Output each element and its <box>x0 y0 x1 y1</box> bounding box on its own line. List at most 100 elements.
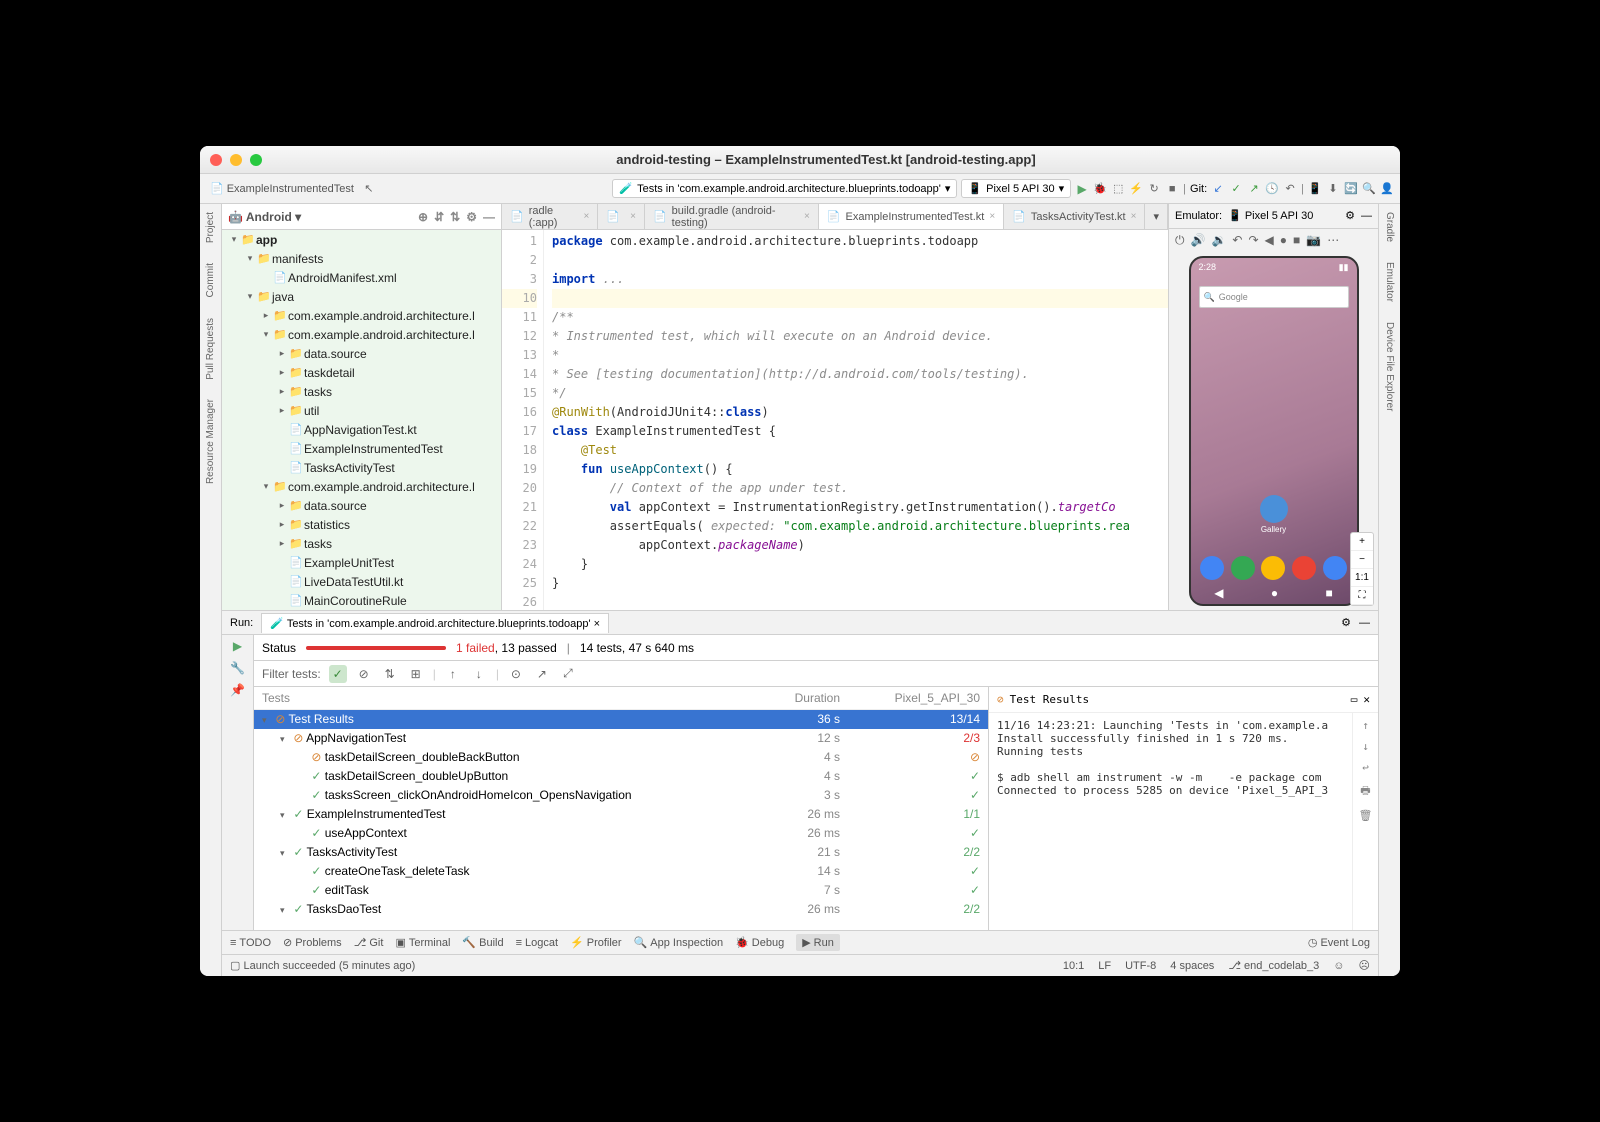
close-icon[interactable]: ✕ <box>1363 693 1370 706</box>
editor-tab[interactable]: 📄radle (:app)× <box>502 204 598 229</box>
locate-icon[interactable]: ⊕ <box>418 210 428 224</box>
tree-row[interactable]: ▸📁statistics <box>222 515 501 534</box>
git-revert-icon[interactable]: ↶ <box>1283 182 1297 196</box>
stop-icon[interactable]: ■ <box>1165 182 1179 196</box>
tool-problems[interactable]: ⊘ Problems <box>283 936 342 949</box>
editor-tab[interactable]: 📄ExampleInstrumentedTest.kt× <box>819 204 1004 229</box>
tool-run[interactable]: ▶ Run <box>796 934 840 951</box>
avatar-icon[interactable]: 👤 <box>1380 182 1394 196</box>
charset[interactable]: UTF-8 <box>1125 960 1156 972</box>
tree-row[interactable]: ▾📁app <box>222 230 501 249</box>
test-row[interactable]: ✓ taskDetailScreen_doubleUpButton4 s✓ <box>254 767 988 786</box>
pin-icon[interactable]: 📌 <box>230 683 245 697</box>
tree-row[interactable]: ▸📁tasks <box>222 382 501 401</box>
smile-icon[interactable]: ☺ <box>1333 960 1344 972</box>
power-icon[interactable]: ⏻ <box>1175 233 1185 248</box>
git-push-icon[interactable]: ↗ <box>1247 182 1261 196</box>
collapse-icon[interactable]: ⇅ <box>450 210 460 224</box>
filter-passed-icon[interactable]: ✓ <box>329 665 347 683</box>
frown-icon[interactable]: ☹ <box>1359 959 1370 972</box>
home-icon[interactable]: ● <box>1280 233 1287 247</box>
expand-all-icon[interactable]: ⊞ <box>407 665 425 683</box>
print-icon[interactable]: 🖶 <box>1360 782 1370 801</box>
tree-row[interactable]: ▸📁com.example.android.architecture.l <box>222 306 501 325</box>
tree-row[interactable]: 📄ExampleUnitTest <box>222 553 501 572</box>
tool-emulator[interactable]: Emulator <box>1384 258 1395 306</box>
hide-icon[interactable]: — <box>1361 210 1372 222</box>
open-icon[interactable]: ⤢ <box>559 665 577 683</box>
tool-app-inspection[interactable]: 🔍 App Inspection <box>634 936 723 949</box>
tree-row[interactable]: ▸📁data.source <box>222 344 501 363</box>
tool-build[interactable]: 🔨 Build <box>462 936 503 949</box>
tree-row[interactable]: ▸📁util <box>222 401 501 420</box>
project-tree[interactable]: ▾📁app▾📁manifests📄AndroidManifest.xml▾📁ja… <box>222 230 501 610</box>
sort-icon[interactable]: ⇅ <box>381 665 399 683</box>
tool-resource-manager[interactable]: Resource Manager <box>205 395 216 488</box>
git-update-icon[interactable]: ↙ <box>1211 182 1225 196</box>
gear-icon[interactable]: ⚙ <box>1341 616 1351 629</box>
tree-row[interactable]: 📄AndroidManifest.xml <box>222 268 501 287</box>
import-icon[interactable]: ⊙ <box>507 665 525 683</box>
gear-icon[interactable]: ⚙ <box>1345 209 1355 222</box>
test-row[interactable]: ▾ ⊘ AppNavigationTest12 s2/3 <box>254 729 988 748</box>
test-row[interactable]: ▾ ✓ TasksActivityTest21 s2/2 <box>254 843 988 862</box>
run-config-tab[interactable]: 🧪 Tests in 'com.example.android.architec… <box>261 613 609 633</box>
git-commit-icon[interactable]: ✓ <box>1229 182 1243 196</box>
tree-row[interactable]: 📄MainCoroutineRule <box>222 591 501 610</box>
coverage-icon[interactable]: ⬚ <box>1111 182 1125 196</box>
test-row[interactable]: ▾ ⊘ Test Results36 s13/14 <box>254 710 988 729</box>
tree-row[interactable]: 📄TasksActivityTest <box>222 458 501 477</box>
run-config-dropdown[interactable]: 🧪 Tests in 'com.example.android.architec… <box>612 179 957 198</box>
layout-icon[interactable]: ▭ <box>1351 693 1358 706</box>
close-icon[interactable] <box>210 154 222 166</box>
cursor-pos[interactable]: 10:1 <box>1063 960 1084 972</box>
test-row[interactable]: ▾ ✓ TasksDaoTest26 ms2/2 <box>254 900 988 919</box>
rotate-right-icon[interactable]: ↷ <box>1248 233 1258 247</box>
editor-tab[interactable]: 📄build.gradle (android-testing)× <box>645 204 819 229</box>
breadcrumb[interactable]: 📄 ExampleInstrumentedTest <box>206 180 358 197</box>
test-row[interactable]: ⊘ taskDetailScreen_doubleBackButton4 s⊘ <box>254 748 988 767</box>
tool-device-file-explorer[interactable]: Device File Explorer <box>1384 318 1395 415</box>
line-ending[interactable]: LF <box>1098 960 1111 972</box>
tool-git[interactable]: ⎇ Git <box>354 936 384 949</box>
device-dropdown[interactable]: 📱 Pixel 5 API 30 ▾ <box>961 179 1071 198</box>
attach-icon[interactable]: ↻ <box>1147 182 1161 196</box>
project-view-selector[interactable]: 🤖 Android ▾ <box>228 210 301 224</box>
indent[interactable]: 4 spaces <box>1170 960 1214 972</box>
wrap-icon[interactable]: ↩ <box>1362 761 1369 774</box>
tool-logcat[interactable]: ≡ Logcat <box>516 937 558 949</box>
tree-row[interactable]: ▾📁manifests <box>222 249 501 268</box>
git-branch[interactable]: ⎇ end_codelab_3 <box>1228 959 1319 972</box>
expand-icon[interactable]: ⇵ <box>434 210 444 224</box>
tree-row[interactable]: ▸📁tasks <box>222 534 501 553</box>
sync-icon[interactable]: 🔄 <box>1344 182 1358 196</box>
tabs-more-icon[interactable]: ▾ <box>1145 204 1168 229</box>
tree-row[interactable]: ▸📁data.source <box>222 496 501 515</box>
tree-row[interactable]: 📄LiveDataTestUtil.kt <box>222 572 501 591</box>
down-icon[interactable]: ↓ <box>1362 740 1369 753</box>
next-fail-icon[interactable]: ↓ <box>470 665 488 683</box>
test-row[interactable]: ✓ tasksScreen_clickOnAndroidHomeIcon_Ope… <box>254 786 988 805</box>
debug-icon[interactable]: 🐞 <box>1093 182 1107 196</box>
screenshot-icon[interactable]: 📷 <box>1306 233 1321 247</box>
editor-tab[interactable]: 📄× <box>598 204 645 229</box>
tree-row[interactable]: ▸📁taskdetail <box>222 363 501 382</box>
tool-debug[interactable]: 🐞 Debug <box>735 936 784 949</box>
test-row[interactable]: ▾ ✓ ExampleInstrumentedTest26 ms1/1 <box>254 805 988 824</box>
filter-ignored-icon[interactable]: ⊘ <box>355 665 373 683</box>
tool-terminal[interactable]: ▣ Terminal <box>395 936 450 949</box>
emulator-device-dropdown[interactable]: 📱 Pixel 5 API 30 <box>1228 209 1339 222</box>
up-icon[interactable]: ↑ <box>1362 719 1369 732</box>
hide-icon[interactable]: — <box>1359 617 1370 629</box>
tool-event-log[interactable]: ◷ Event Log <box>1308 936 1370 949</box>
maximize-icon[interactable] <box>250 154 262 166</box>
tree-row[interactable]: 📄ExampleInstrumentedTest <box>222 439 501 458</box>
vol-down-icon[interactable]: 🔉 <box>1211 233 1226 247</box>
git-history-icon[interactable]: 🕓 <box>1265 182 1279 196</box>
tool-commit[interactable]: Commit <box>205 259 216 301</box>
minimize-icon[interactable] <box>230 154 242 166</box>
wrench-icon[interactable]: 🔧 <box>230 661 245 675</box>
test-row[interactable]: ✓ createOneTask_deleteTask14 s✓ <box>254 862 988 881</box>
phone-search[interactable]: 🔍 Google <box>1199 286 1349 308</box>
tree-row[interactable]: ▾📁java <box>222 287 501 306</box>
